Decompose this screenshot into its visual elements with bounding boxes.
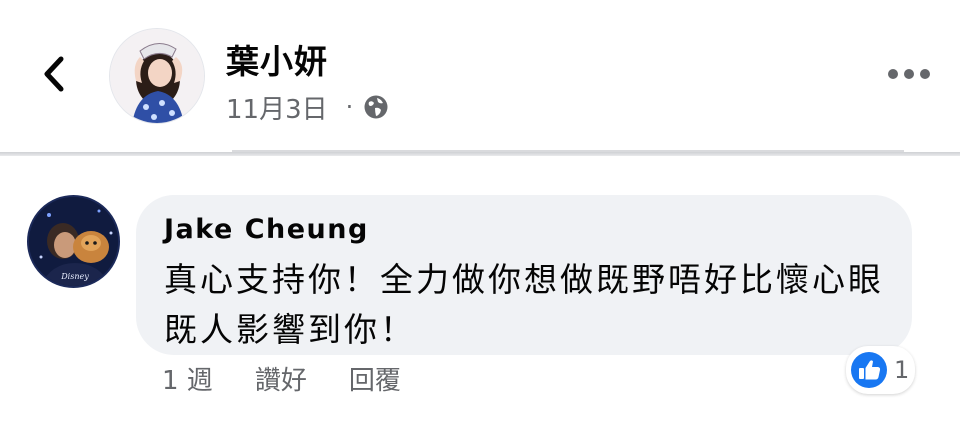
comment-actions: 1 週 讚好 回覆: [162, 358, 401, 398]
commenter-photo: Disney: [29, 197, 118, 286]
comment-text: 真心支持你！全力做你想做既野唔好比懷心眼既人影響到你！: [164, 260, 884, 349]
comment-bubble[interactable]: Jake Cheung 真心支持你！全力做你想做既野唔好比懷心眼既人影響到你！: [136, 195, 912, 355]
globe-icon: [364, 95, 388, 119]
reaction-count: 1: [894, 356, 910, 384]
header-divider: [0, 152, 960, 156]
meta-separator: ·: [345, 93, 354, 121]
like-icon: [851, 352, 887, 388]
more-horizontal-icon: [888, 69, 930, 79]
reaction-summary[interactable]: 1: [846, 346, 916, 394]
post-meta: 11月3日 ·: [226, 89, 389, 126]
comment: Disney Jake Cheung 真心支持你！全力做你想做既野唔好比懷心眼既…: [0, 158, 960, 430]
comment-time[interactable]: 1 週: [162, 360, 213, 397]
post-author-name[interactable]: 葉小妍: [226, 42, 328, 82]
commenter-name[interactable]: Jake Cheung: [164, 213, 369, 247]
commenter-avatar[interactable]: Disney: [27, 195, 120, 288]
post-date[interactable]: 11月3日: [226, 89, 328, 126]
reply-button[interactable]: 回覆: [349, 360, 401, 397]
author-photo: [110, 29, 204, 123]
chevron-left-icon: [44, 56, 64, 92]
like-button[interactable]: 讚好: [255, 360, 307, 397]
post-header: 葉小妍 11月3日 ·: [0, 0, 960, 158]
back-button[interactable]: [28, 48, 80, 100]
author-avatar[interactable]: [109, 28, 205, 124]
commenter-photo-logo: Disney: [60, 272, 89, 281]
more-options-button[interactable]: [884, 56, 934, 92]
